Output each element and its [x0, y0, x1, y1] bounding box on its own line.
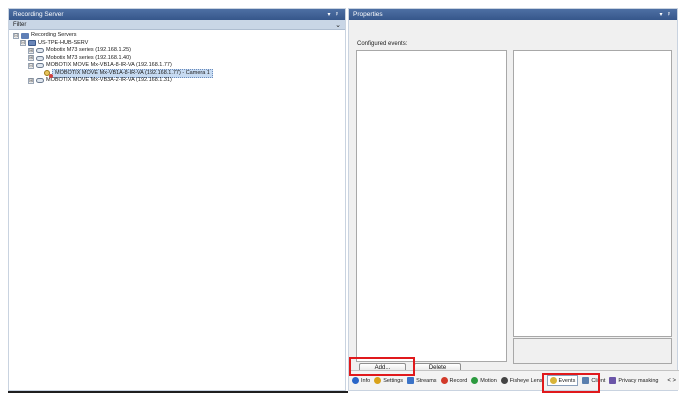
events-tab-highlight: [542, 373, 600, 393]
configured-events-list[interactable]: [356, 50, 507, 362]
expand-icon[interactable]: ⊞: [28, 55, 34, 62]
tree-item-label: Recording Servers: [31, 32, 77, 38]
pin-dropdown-icon[interactable]: ▾: [325, 11, 333, 18]
recording-server-header: Recording Server ▾ ᵖ: [9, 9, 345, 20]
expand-icon[interactable]: ⊞: [28, 47, 34, 54]
camera-icon: [36, 48, 44, 54]
configured-events-label: Configured events:: [357, 41, 408, 47]
tree-item-camera-selected[interactable]: MOBOTIX MOVE Mx-VB1A-8-IR-VA (192.168.1.…: [13, 68, 345, 79]
streams-icon: [407, 377, 415, 384]
server-icon: [28, 40, 36, 47]
tab-label: Settings: [383, 377, 404, 384]
tab-label: Info: [361, 377, 371, 384]
filter-label: Filter: [13, 21, 27, 28]
tree-item-recording-servers[interactable]: ⊟ Recording Servers: [13, 32, 345, 40]
tree-item-device[interactable]: ⊞ MOBOTIX MOVE Mx-VB3A-2-IR-VA (192.168.…: [13, 77, 345, 85]
tab-privacy-masking[interactable]: Privacy masking: [609, 377, 658, 384]
camera-icon: [36, 78, 44, 84]
properties-body: Configured events:: [349, 20, 677, 370]
collapse-icon[interactable]: ⊟: [20, 40, 26, 47]
gear-icon: [374, 377, 382, 384]
tab-label: Streams: [416, 377, 437, 384]
tab-record[interactable]: Record: [440, 377, 468, 384]
camera-icon: [36, 55, 44, 61]
divider: [8, 391, 348, 393]
event-description-box: [513, 338, 672, 364]
tab-fisheye-lens[interactable]: Fisheye Lens: [500, 377, 543, 384]
chevron-down-icon[interactable]: ⌄: [335, 21, 341, 29]
tree-item-device[interactable]: ⊞ Mobotix M73 series (192.168.1.40): [13, 55, 345, 63]
camera-icon: [36, 63, 44, 69]
info-icon: [352, 377, 359, 384]
tree-item-label: Mobotix M73 series (192.168.1.25): [46, 47, 131, 53]
properties-pane: Properties ▾ ᵖ Configured events: Add...…: [348, 8, 679, 391]
tab-label: Fisheye Lens: [509, 377, 543, 384]
motion-icon: [471, 377, 479, 384]
camera-active-icon: [44, 70, 53, 79]
tab-label: Record: [449, 377, 468, 384]
tree-item-label: US-TPE-HUB-SERV: [38, 39, 89, 46]
collapse-icon[interactable]: ⊟: [28, 62, 34, 69]
expand-icon[interactable]: ⊞: [28, 77, 34, 84]
tab-info[interactable]: Info: [352, 377, 370, 384]
recording-server-pane: Recording Server ▾ ᵖ Filter ⌄ ⊟ Recordin…: [8, 8, 346, 391]
tree-item-device[interactable]: ⊞ Mobotix M73 series (192.168.1.25): [13, 47, 345, 55]
tab-streams[interactable]: Streams: [407, 377, 437, 384]
tab-label: Motion: [480, 377, 497, 384]
pane-title: Recording Server: [13, 11, 64, 18]
server-group-icon: [21, 32, 29, 39]
tab-scroll-arrows[interactable]: < >: [667, 378, 679, 384]
tab-settings[interactable]: Settings: [374, 377, 403, 384]
event-properties-grid[interactable]: [513, 50, 672, 337]
pin-dropdown-icon[interactable]: ▾: [657, 11, 665, 18]
fisheye-icon: [500, 377, 508, 384]
privacy-mask-icon: [609, 377, 617, 384]
pin-icon[interactable]: ᵖ: [333, 12, 341, 18]
pin-icon[interactable]: ᵖ: [665, 12, 673, 18]
filter-bar[interactable]: Filter ⌄: [9, 20, 345, 30]
tab-label: Privacy masking: [618, 377, 659, 384]
device-tree: ⊟ Recording Servers ⊟ US-TPE-HUB-SERV ⊞ …: [9, 30, 345, 85]
properties-header: Properties ▾ ᵖ: [349, 9, 677, 20]
tree-item-label: MOBOTIX MOVE Mx-VB3A-2-IR-VA (192.168.1.…: [46, 77, 172, 83]
pane-title: Properties: [353, 11, 383, 18]
tree-item-server[interactable]: ⊟ US-TPE-HUB-SERV: [13, 40, 345, 48]
record-icon: [440, 377, 448, 384]
tab-motion[interactable]: Motion: [471, 377, 497, 384]
collapse-icon[interactable]: ⊟: [13, 32, 19, 39]
add-button-highlight: [349, 357, 415, 376]
tree-item-label: Mobotix M73 series (192.168.1.40): [46, 54, 131, 61]
